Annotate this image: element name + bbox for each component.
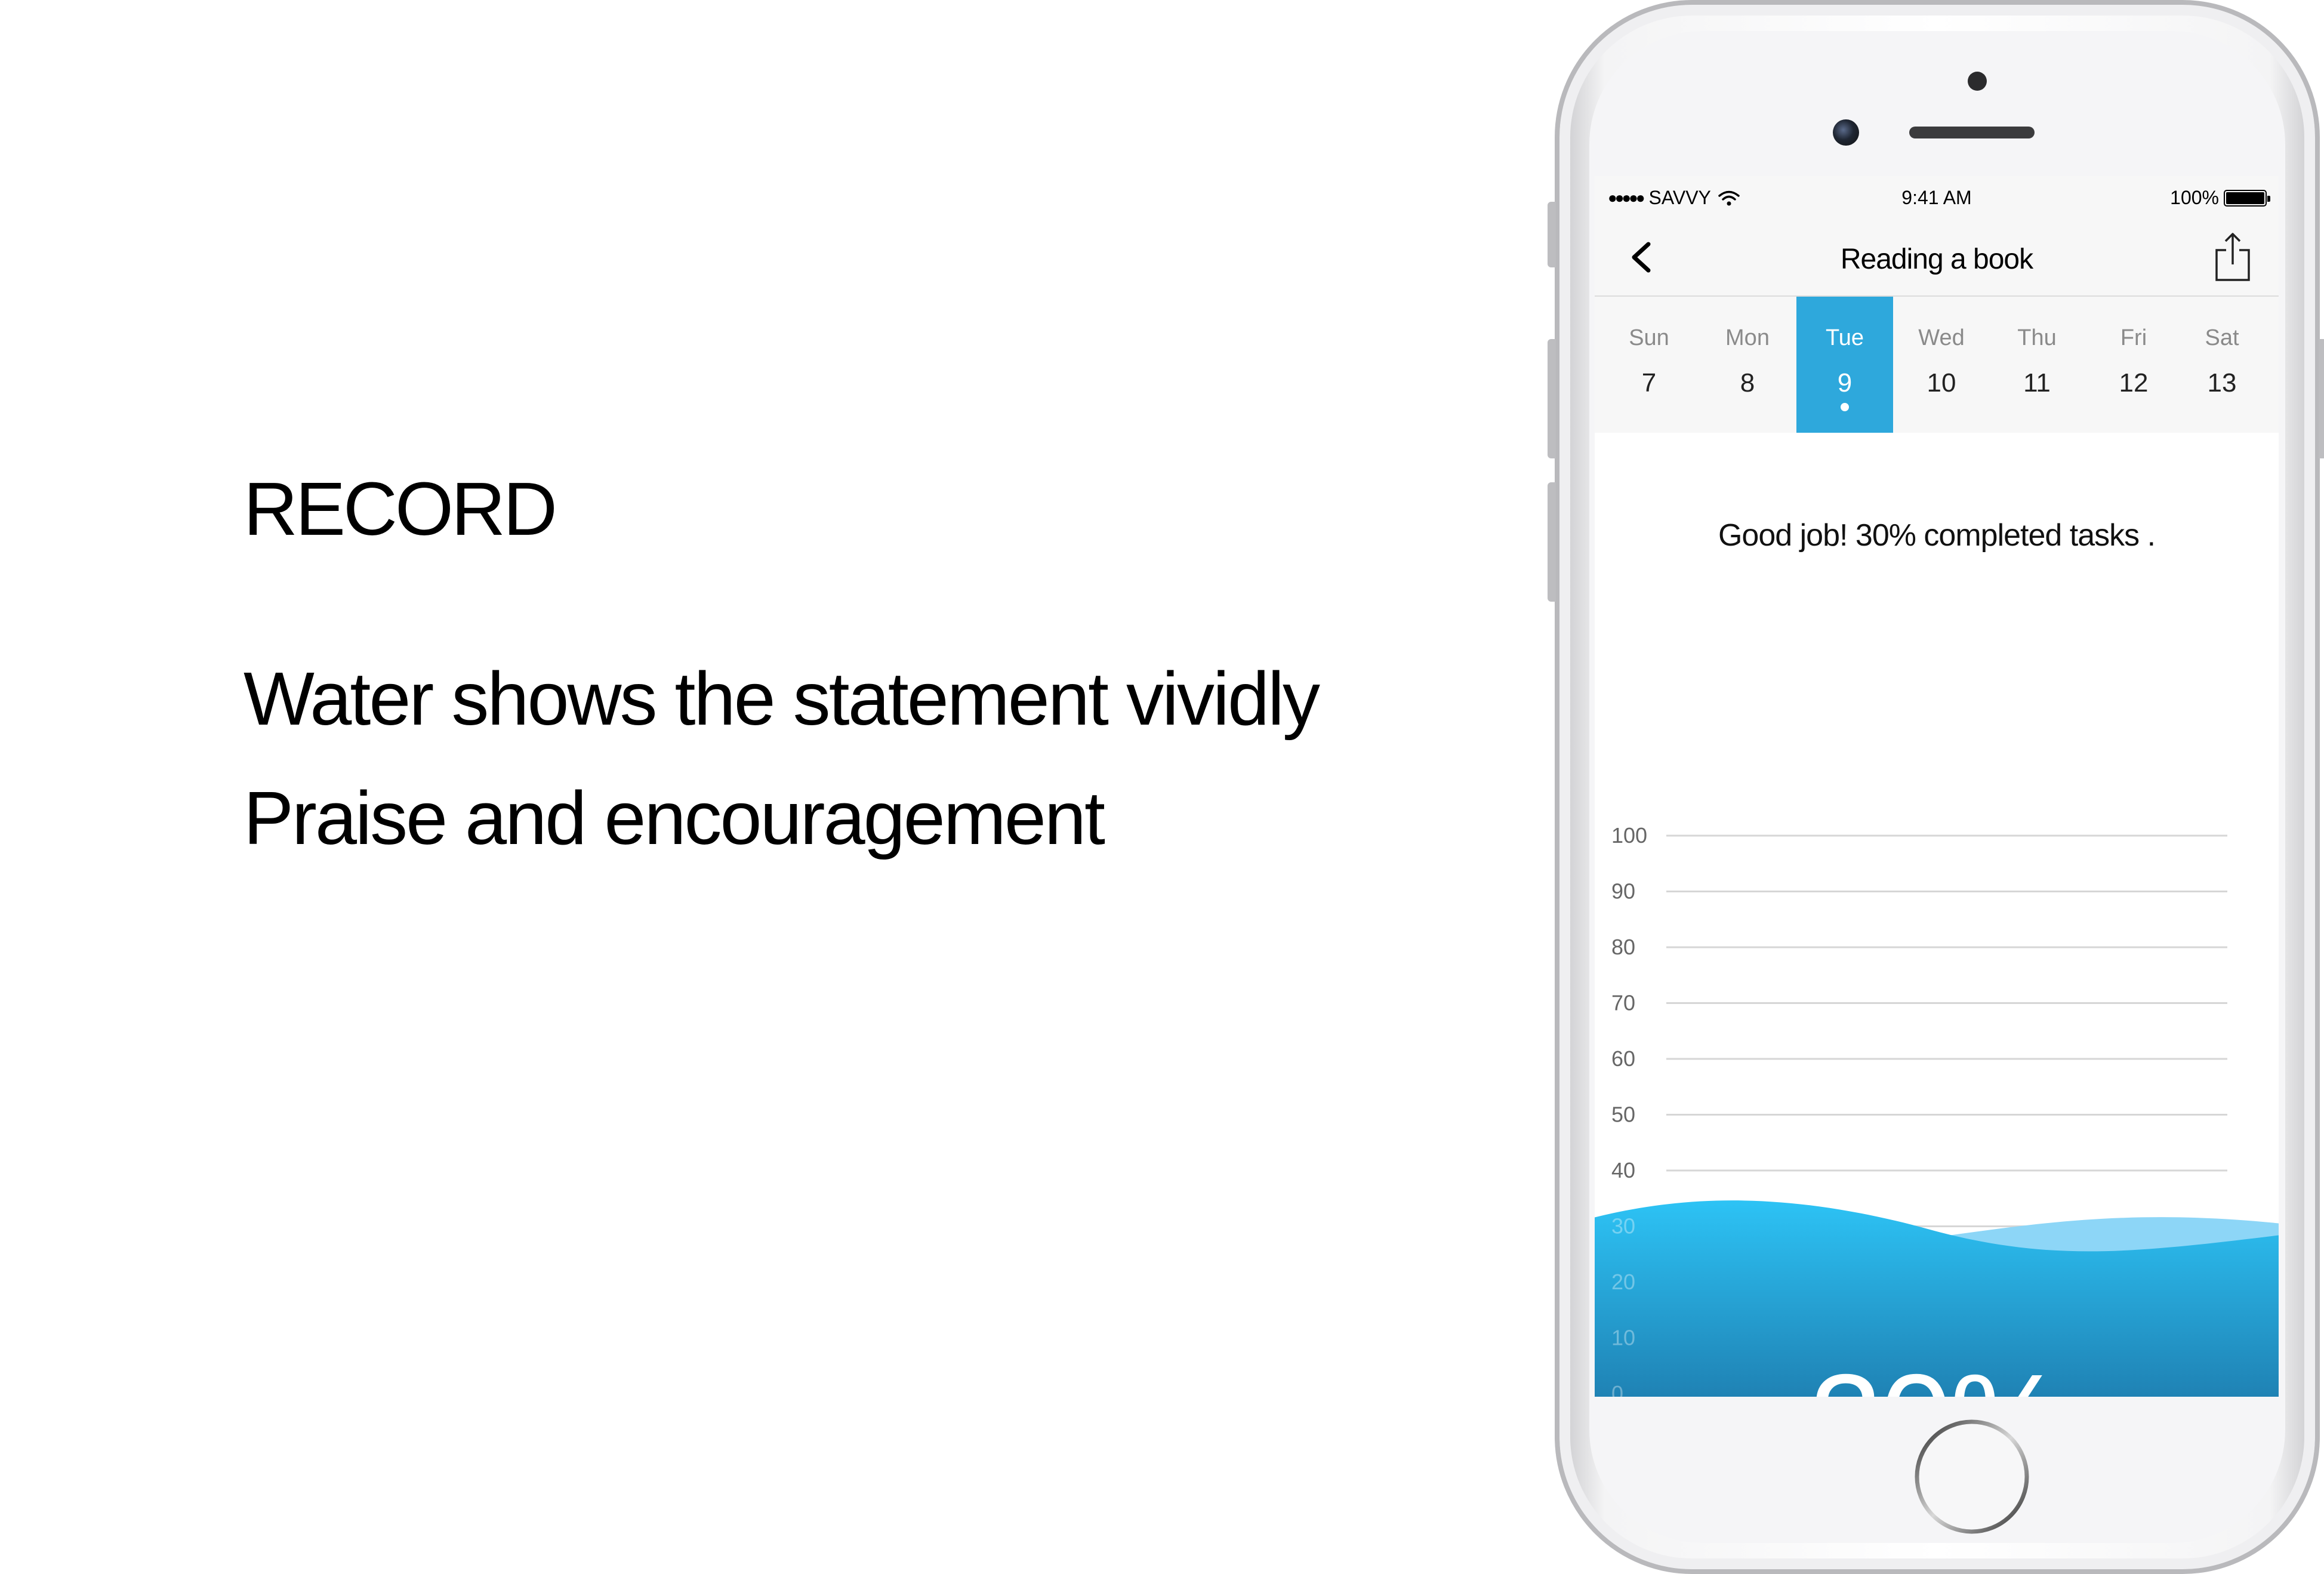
y-tick-label: 20 (1611, 1270, 1635, 1294)
home-button[interactable] (1912, 1417, 2032, 1536)
feature-line-water: Water shows the statement vividly (244, 657, 1320, 741)
day-number: 13 (2207, 368, 2237, 398)
day-name: Tue (1825, 325, 1864, 350)
day-number: 9 (1837, 368, 1853, 398)
day-name: Sun (1629, 325, 1669, 350)
front-camera-icon (1833, 119, 1859, 146)
day-tue[interactable]: Tue 9 (1796, 297, 1893, 433)
share-icon[interactable] (2212, 232, 2254, 282)
y-tick-label: 60 (1611, 1046, 1635, 1071)
water-chart: 1009080706050403020100 (1595, 823, 2279, 1397)
volume-up-button (1548, 339, 1556, 458)
week-selector: Sun 7 Mon 8 Tue 9 Wed 10 Thu 11 Fri 12 Sat 13 (1595, 297, 2279, 433)
proximity-sensor (1968, 72, 1987, 91)
day-number: 8 (1740, 368, 1755, 398)
day-sun[interactable]: Sun 7 (1601, 297, 1697, 433)
day-number: 11 (2023, 368, 2051, 398)
day-name: Wed (1918, 325, 1965, 350)
page-title: Reading a book (1840, 244, 2033, 275)
y-tick-label: 90 (1611, 879, 1635, 904)
day-name: Mon (1725, 325, 1770, 350)
mute-switch (1548, 202, 1556, 267)
y-tick-label: 80 (1611, 935, 1635, 959)
power-button (2319, 339, 2324, 458)
y-tick-label: 70 (1611, 991, 1635, 1015)
battery-icon (2224, 189, 2270, 207)
feature-line-praise: Praise and encouragement (244, 776, 1105, 860)
day-sat[interactable]: Sat 13 (2174, 297, 2270, 433)
headline: RECORD (244, 467, 557, 551)
day-fri[interactable]: Fri 12 (2085, 297, 2182, 433)
y-tick-label: 100 (1611, 823, 1647, 848)
battery-percent: 100% (2170, 187, 2219, 208)
day-name: Sat (2205, 325, 2239, 350)
y-tick-label: 40 (1611, 1158, 1635, 1182)
day-thu[interactable]: Thu 11 (1989, 297, 2085, 433)
progress-chart: 100 90 80 70 60 50 40 30 20 10 0 (1595, 618, 2279, 1397)
selected-day-indicator (1841, 403, 1849, 411)
day-number: 7 (1641, 368, 1657, 398)
day-name: Fri (2120, 325, 2147, 350)
praise-message: Good job! 30% completed tasks . (1718, 518, 2156, 553)
day-number: 10 (1927, 368, 1956, 398)
status-right: 100% (2170, 187, 2270, 209)
y-tick-label: 30 (1611, 1214, 1635, 1239)
volume-down-button (1548, 482, 1556, 602)
day-name: Thu (2017, 325, 2057, 350)
day-wed[interactable]: Wed 10 (1893, 297, 1990, 433)
app-screen: ●●●●● SAVVY 9:41 AM 100% Reading a book … (1595, 176, 2279, 1397)
day-mon[interactable]: Mon 8 (1699, 297, 1796, 433)
y-tick-label: 50 (1611, 1102, 1635, 1127)
day-number: 12 (2119, 368, 2149, 398)
status-bar: ●●●●● SAVVY 9:41 AM 100% (1595, 176, 2279, 219)
navigation-bar: Reading a book (1595, 219, 2279, 297)
earpiece-speaker (1909, 127, 2035, 138)
progress-percent: 30% (1595, 1346, 2279, 1397)
page: RECORD Water shows the statement vividly… (0, 0, 2324, 1574)
